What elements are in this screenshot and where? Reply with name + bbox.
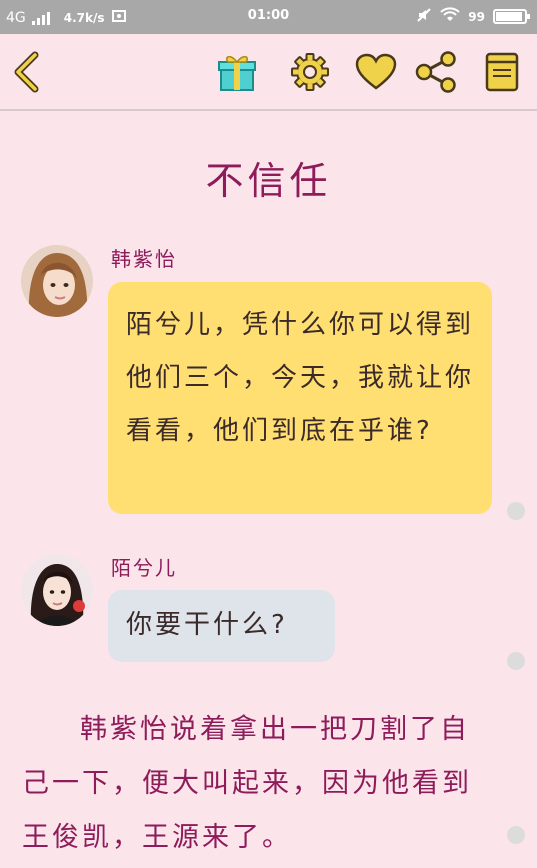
comment-dot[interactable] (507, 502, 525, 520)
chat-bubble: 陌兮儿，凭什么你可以得到他们三个，今天，我就让你看看，他们到底在乎谁? (108, 282, 492, 514)
speaker-name: 陌兮儿 (111, 556, 177, 580)
status-bar: 4G 4.7k/s 01:00 99 (0, 0, 537, 34)
status-right: 99 (416, 7, 530, 26)
wifi-icon (440, 7, 460, 26)
toolbar (0, 34, 537, 111)
speaker-name: 韩紫怡 (111, 247, 177, 271)
narration-paragraph: 韩紫怡说着拿出一把刀割了自己一下，便大叫起来，因为他看到王俊凯，王源来了。 (22, 714, 472, 853)
share-button[interactable] (413, 49, 459, 95)
share-icon (415, 51, 456, 93)
heart-icon (355, 53, 397, 90)
avatar[interactable] (21, 245, 93, 317)
avatar[interactable] (21, 554, 93, 626)
gift-icon (218, 55, 256, 91)
back-chevron-icon (14, 51, 39, 93)
message-text: 陌兮儿，凭什么你可以得到他们三个，今天，我就让你看看，他们到底在乎谁? (126, 310, 475, 446)
comment-dot[interactable] (507, 652, 525, 670)
gift-button[interactable] (214, 49, 260, 95)
comment-dot[interactable] (507, 826, 525, 844)
book-icon (485, 52, 519, 92)
battery-percent: 99 (468, 9, 485, 24)
gear-icon (291, 53, 329, 91)
chat-bubble: 你要干什么? (108, 590, 335, 662)
message-text: 你要干什么? (126, 610, 288, 640)
favorite-button[interactable] (353, 49, 399, 95)
settings-button[interactable] (287, 49, 333, 95)
catalog-button[interactable] (479, 49, 525, 95)
back-button[interactable] (4, 49, 50, 95)
battery-icon (493, 9, 530, 24)
mute-icon (416, 7, 432, 26)
chapter-title: 不信任 (205, 159, 332, 203)
